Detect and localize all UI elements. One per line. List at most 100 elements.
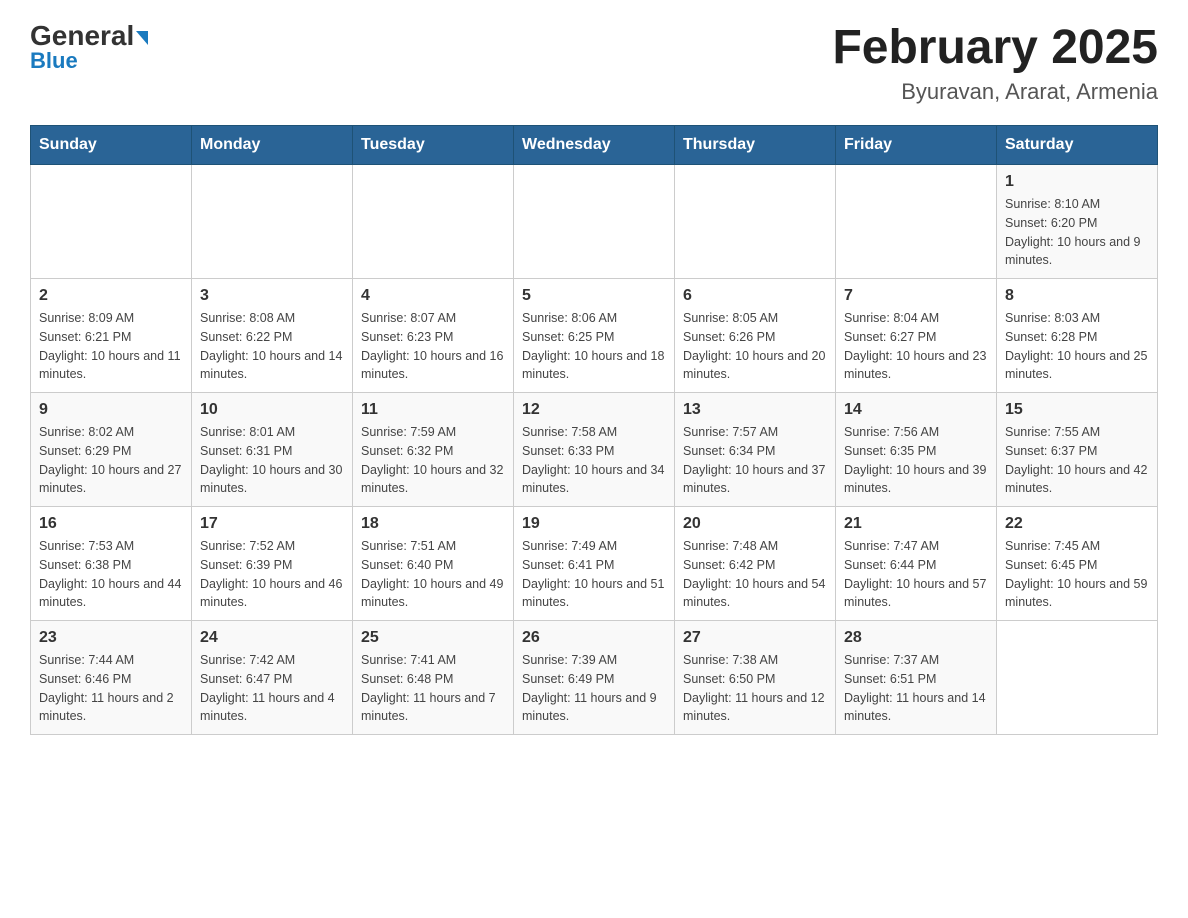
calendar-cell: 16 Sunrise: 7:53 AMSunset: 6:38 PMDayligh… <box>31 507 192 621</box>
day-number: 19 <box>522 515 666 533</box>
calendar-cell: 22 Sunrise: 7:45 AMSunset: 6:45 PMDayligh… <box>997 507 1158 621</box>
day-info: Sunrise: 7:37 AMSunset: 6:51 PMDaylight:… <box>844 651 988 726</box>
day-info: Sunrise: 7:39 AMSunset: 6:49 PMDaylight:… <box>522 651 666 726</box>
calendar-cell: 25 Sunrise: 7:41 AMSunset: 6:48 PMDayligh… <box>353 621 514 735</box>
day-info: Sunrise: 7:48 AMSunset: 6:42 PMDaylight:… <box>683 537 827 612</box>
day-info: Sunrise: 7:41 AMSunset: 6:48 PMDaylight:… <box>361 651 505 726</box>
title-area: February 2025 Byuravan, Ararat, Armenia <box>832 20 1158 105</box>
day-info: Sunrise: 8:01 AMSunset: 6:31 PMDaylight:… <box>200 423 344 498</box>
day-number: 15 <box>1005 401 1149 419</box>
col-wednesday: Wednesday <box>514 126 675 165</box>
calendar-cell: 24 Sunrise: 7:42 AMSunset: 6:47 PMDayligh… <box>192 621 353 735</box>
col-monday: Monday <box>192 126 353 165</box>
day-info: Sunrise: 8:04 AMSunset: 6:27 PMDaylight:… <box>844 309 988 384</box>
calendar-cell: 23 Sunrise: 7:44 AMSunset: 6:46 PMDayligh… <box>31 621 192 735</box>
day-number: 17 <box>200 515 344 533</box>
calendar-cell: 5Sunrise: 8:06 AMSunset: 6:25 PMDaylight… <box>514 279 675 393</box>
col-saturday: Saturday <box>997 126 1158 165</box>
day-number: 2 <box>39 287 183 305</box>
logo: General Blue <box>30 20 148 74</box>
calendar-cell: 3 Sunrise: 8:08 AMSunset: 6:22 PMDaylight… <box>192 279 353 393</box>
calendar-cell: 7 Sunrise: 8:04 AMSunset: 6:27 PMDaylight… <box>836 279 997 393</box>
day-number: 1 <box>1005 173 1149 191</box>
day-info: Sunrise: 7:55 AMSunset: 6:37 PMDaylight:… <box>1005 423 1149 498</box>
calendar-cell: 6 Sunrise: 8:05 AMSunset: 6:26 PMDaylight… <box>675 279 836 393</box>
calendar-cell: 12 Sunrise: 7:58 AMSunset: 6:33 PMDayligh… <box>514 393 675 507</box>
calendar-cell: 9 Sunrise: 8:02 AMSunset: 6:29 PMDaylight… <box>31 393 192 507</box>
calendar-cell <box>997 621 1158 735</box>
day-number: 25 <box>361 629 505 647</box>
day-info: Sunrise: 7:45 AMSunset: 6:45 PMDaylight:… <box>1005 537 1149 612</box>
day-number: 27 <box>683 629 827 647</box>
calendar-cell <box>514 165 675 279</box>
day-number: 16 <box>39 515 183 533</box>
day-info: Sunrise: 7:53 AMSunset: 6:38 PMDaylight:… <box>39 537 183 612</box>
logo-triangle-icon <box>136 31 148 45</box>
day-info: Sunrise: 7:58 AMSunset: 6:33 PMDaylight:… <box>522 423 666 498</box>
calendar-cell: 10 Sunrise: 8:01 AMSunset: 6:31 PMDayligh… <box>192 393 353 507</box>
day-number: 6 <box>683 287 827 305</box>
day-number: 21 <box>844 515 988 533</box>
day-info: Sunrise: 7:38 AMSunset: 6:50 PMDaylight:… <box>683 651 827 726</box>
day-info: Sunrise: 7:47 AMSunset: 6:44 PMDaylight:… <box>844 537 988 612</box>
day-info: Sunrise: 7:57 AMSunset: 6:34 PMDaylight:… <box>683 423 827 498</box>
calendar-cell <box>675 165 836 279</box>
day-number: 4 <box>361 287 505 305</box>
calendar-week-row: 9 Sunrise: 8:02 AMSunset: 6:29 PMDaylight… <box>31 393 1158 507</box>
calendar-subtitle: Byuravan, Ararat, Armenia <box>832 79 1158 105</box>
calendar-cell <box>836 165 997 279</box>
calendar-week-row: 23 Sunrise: 7:44 AMSunset: 6:46 PMDayligh… <box>31 621 1158 735</box>
day-number: 20 <box>683 515 827 533</box>
day-info: Sunrise: 8:03 AMSunset: 6:28 PMDaylight:… <box>1005 309 1149 384</box>
calendar-cell: 18 Sunrise: 7:51 AMSunset: 6:40 PMDayligh… <box>353 507 514 621</box>
day-number: 3 <box>200 287 344 305</box>
day-info: Sunrise: 8:07 AMSunset: 6:23 PMDaylight:… <box>361 309 505 384</box>
day-info: Sunrise: 8:05 AMSunset: 6:26 PMDaylight:… <box>683 309 827 384</box>
page-header: General Blue February 2025 Byuravan, Ara… <box>30 20 1158 105</box>
calendar-cell: 26 Sunrise: 7:39 AMSunset: 6:49 PMDayligh… <box>514 621 675 735</box>
day-number: 12 <box>522 401 666 419</box>
calendar-header: Sunday Monday Tuesday Wednesday Thursday… <box>31 126 1158 165</box>
day-info: Sunrise: 7:42 AMSunset: 6:47 PMDaylight:… <box>200 651 344 726</box>
day-info: Sunrise: 8:02 AMSunset: 6:29 PMDaylight:… <box>39 423 183 498</box>
calendar-cell: 8 Sunrise: 8:03 AMSunset: 6:28 PMDaylight… <box>997 279 1158 393</box>
logo-blue: Blue <box>30 48 78 74</box>
calendar-cell: 20 Sunrise: 7:48 AMSunset: 6:42 PMDayligh… <box>675 507 836 621</box>
day-number: 9 <box>39 401 183 419</box>
calendar-cell <box>353 165 514 279</box>
calendar-week-row: 2 Sunrise: 8:09 AMSunset: 6:21 PMDaylight… <box>31 279 1158 393</box>
col-tuesday: Tuesday <box>353 126 514 165</box>
calendar-week-row: 1 Sunrise: 8:10 AMSunset: 6:20 PMDaylight… <box>31 165 1158 279</box>
day-info: Sunrise: 8:06 AMSunset: 6:25 PMDaylight:… <box>522 309 666 384</box>
calendar-cell: 15 Sunrise: 7:55 AMSunset: 6:37 PMDayligh… <box>997 393 1158 507</box>
day-number: 18 <box>361 515 505 533</box>
day-number: 26 <box>522 629 666 647</box>
day-number: 11 <box>361 401 505 419</box>
day-number: 22 <box>1005 515 1149 533</box>
calendar-cell <box>31 165 192 279</box>
day-number: 28 <box>844 629 988 647</box>
day-number: 7 <box>844 287 988 305</box>
col-friday: Friday <box>836 126 997 165</box>
calendar-cell: 21 Sunrise: 7:47 AMSunset: 6:44 PMDayligh… <box>836 507 997 621</box>
calendar-cell: 4 Sunrise: 8:07 AMSunset: 6:23 PMDaylight… <box>353 279 514 393</box>
calendar-cell: 17Sunrise: 7:52 AMSunset: 6:39 PMDayligh… <box>192 507 353 621</box>
day-number: 24 <box>200 629 344 647</box>
calendar-cell: 2 Sunrise: 8:09 AMSunset: 6:21 PMDaylight… <box>31 279 192 393</box>
day-info: Sunrise: 8:08 AMSunset: 6:22 PMDaylight:… <box>200 309 344 384</box>
day-info: Sunrise: 8:10 AMSunset: 6:20 PMDaylight:… <box>1005 195 1149 270</box>
calendar-cell: 13 Sunrise: 7:57 AMSunset: 6:34 PMDayligh… <box>675 393 836 507</box>
calendar-cell: 1 Sunrise: 8:10 AMSunset: 6:20 PMDaylight… <box>997 165 1158 279</box>
calendar-cell: 14Sunrise: 7:56 AMSunset: 6:35 PMDayligh… <box>836 393 997 507</box>
day-number: 10 <box>200 401 344 419</box>
calendar-cell: 11Sunrise: 7:59 AMSunset: 6:32 PMDayligh… <box>353 393 514 507</box>
day-info: Sunrise: 7:51 AMSunset: 6:40 PMDaylight:… <box>361 537 505 612</box>
day-info: Sunrise: 7:49 AMSunset: 6:41 PMDaylight:… <box>522 537 666 612</box>
day-info: Sunrise: 7:44 AMSunset: 6:46 PMDaylight:… <box>39 651 183 726</box>
day-number: 14 <box>844 401 988 419</box>
day-info: Sunrise: 8:09 AMSunset: 6:21 PMDaylight:… <box>39 309 183 384</box>
day-number: 13 <box>683 401 827 419</box>
day-number: 8 <box>1005 287 1149 305</box>
calendar-cell: 28 Sunrise: 7:37 AMSunset: 6:51 PMDayligh… <box>836 621 997 735</box>
day-number: 23 <box>39 629 183 647</box>
